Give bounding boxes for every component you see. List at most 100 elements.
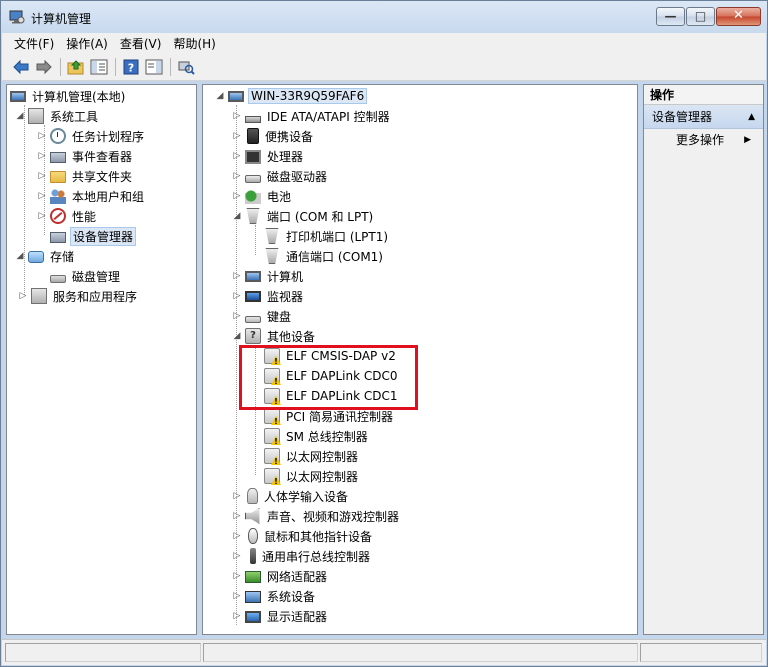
port-icon: [265, 228, 279, 244]
expand-icon[interactable]: ▷: [232, 571, 242, 581]
device-category-monitors[interactable]: ▷ 监视器: [232, 286, 305, 306]
maximize-button[interactable]: □: [686, 7, 715, 26]
device-label: 打印机端口 (LPT1): [286, 229, 389, 244]
device-manager-icon: [50, 232, 66, 243]
expand-icon[interactable]: ▷: [232, 511, 242, 521]
tree-root-computer-management[interactable]: 计算机管理(本地): [10, 86, 127, 106]
status-cell: [640, 643, 762, 662]
minimize-button[interactable]: —: [656, 7, 685, 26]
device-category-portable[interactable]: ▷ 便携设备: [232, 126, 315, 146]
window-title: 计算机管理: [31, 12, 92, 26]
help-icon: ?: [123, 59, 139, 74]
expand-icon[interactable]: ▷: [232, 131, 242, 141]
device-tree-root[interactable]: ◢ WIN-33R9Q59FAF6: [215, 86, 368, 106]
more-actions-label: 更多操作: [676, 133, 725, 147]
tree-item-services-apps[interactable]: ▷ 服务和应用程序: [18, 286, 139, 306]
expand-icon[interactable]: ▷: [232, 111, 242, 121]
collapse-icon[interactable]: ◢: [232, 211, 242, 221]
tree-item-shared-folders[interactable]: ▷ 共享文件夹: [37, 166, 134, 186]
device-ethernet-2[interactable]: 以太网控制器: [264, 466, 360, 486]
tree-item-system-tools[interactable]: ◢ 系统工具: [15, 106, 100, 126]
device-category-usb[interactable]: ▷ 通用串行总线控制器: [232, 546, 372, 566]
warning-device-icon: [264, 448, 280, 464]
actions-section-device-manager[interactable]: 设备管理器 ▲: [644, 105, 763, 129]
menu-help[interactable]: 帮助(H): [167, 35, 221, 52]
device-category-processor[interactable]: ▷ 处理器: [232, 146, 305, 166]
tree-item-task-scheduler[interactable]: ▷ 任务计划程序: [37, 126, 146, 146]
device-category-disk-drives[interactable]: ▷ 磁盘驱动器: [232, 166, 329, 186]
device-category-ide[interactable]: ▷ IDE ATA/ATAPI 控制器: [232, 106, 392, 126]
device-printer-port[interactable]: 打印机端口 (LPT1): [264, 226, 390, 246]
device-category-ports[interactable]: ◢ 端口 (COM 和 LPT): [232, 206, 375, 226]
collapse-arrow-icon[interactable]: ▲: [748, 105, 755, 129]
show-hide-tree-button[interactable]: [88, 56, 110, 78]
expand-icon[interactable]: ▷: [232, 311, 242, 321]
more-actions-item[interactable]: 更多操作 ▶: [644, 129, 763, 151]
menu-action[interactable]: 操作(A): [60, 35, 114, 52]
expand-icon[interactable]: ▷: [37, 211, 47, 221]
expand-icon[interactable]: ▷: [232, 271, 242, 281]
tree-label: 系统工具: [50, 109, 99, 124]
tree-item-storage[interactable]: ◢ 存储: [15, 246, 76, 266]
tree-label: 事件查看器: [72, 149, 133, 164]
expand-icon[interactable]: ▷: [232, 531, 242, 541]
device-category-other[interactable]: ◢ ? 其他设备: [232, 326, 317, 346]
forward-button[interactable]: [33, 56, 55, 78]
collapse-icon[interactable]: ◢: [232, 331, 242, 341]
computer-management-window: 计算机管理 — □ ✕ 文件(F) 操作(A) 查看(V) 帮助(H) ? 计算…: [0, 0, 768, 667]
display-adapter-icon: [245, 611, 261, 623]
expand-icon[interactable]: ▷: [18, 291, 28, 301]
title-bar: 计算机管理 — □ ✕: [1, 1, 767, 33]
expand-icon[interactable]: ▷: [37, 171, 47, 181]
device-category-battery[interactable]: ▷ 电池: [232, 186, 293, 206]
device-category-hid[interactable]: ▷ 人体学输入设备: [232, 486, 350, 506]
red-highlight-box: [239, 345, 418, 410]
back-button[interactable]: [10, 56, 32, 78]
event-viewer-icon: [50, 152, 66, 163]
show-action-pane-button[interactable]: [143, 56, 165, 78]
expand-icon[interactable]: ▷: [232, 151, 242, 161]
tree-item-disk-management[interactable]: 磁盘管理: [50, 266, 122, 286]
expand-icon[interactable]: ▷: [232, 591, 242, 601]
device-ethernet-1[interactable]: 以太网控制器: [264, 446, 360, 466]
collapse-icon[interactable]: ◢: [15, 111, 25, 121]
collapse-icon[interactable]: ◢: [15, 251, 25, 261]
device-category-mice[interactable]: ▷ 鼠标和其他指针设备: [232, 526, 374, 546]
expand-icon[interactable]: ▷: [232, 171, 242, 181]
tree-item-device-manager[interactable]: 设备管理器: [50, 226, 137, 246]
tree-item-local-users[interactable]: ▷ 本地用户和组: [37, 186, 146, 206]
device-category-keyboards[interactable]: ▷ 键盘: [232, 306, 293, 326]
device-category-system[interactable]: ▷ 系统设备: [232, 586, 317, 606]
menu-view[interactable]: 查看(V): [114, 35, 168, 52]
expand-icon[interactable]: ▷: [37, 151, 47, 161]
expand-icon[interactable]: ▷: [37, 191, 47, 201]
warning-device-icon: [264, 408, 280, 424]
computer-name: WIN-33R9Q59FAF6: [248, 88, 368, 104]
device-category-computer[interactable]: ▷ 计算机: [232, 266, 305, 286]
device-label: 以太网控制器: [286, 449, 359, 464]
up-level-button[interactable]: [65, 56, 87, 78]
scan-hardware-button[interactable]: [175, 56, 197, 78]
device-tree-pane: ◢ WIN-33R9Q59FAF6 ▷ IDE ATA/ATAPI 控制器 ▷ …: [202, 84, 638, 635]
clock-icon: [50, 128, 66, 144]
expand-icon[interactable]: ▷: [232, 551, 242, 561]
expand-icon[interactable]: ▷: [37, 131, 47, 141]
device-com-port[interactable]: 通信端口 (COM1): [264, 246, 385, 266]
tree-item-event-viewer[interactable]: ▷ 事件查看器: [37, 146, 134, 166]
close-button[interactable]: ✕: [716, 7, 761, 26]
expand-icon[interactable]: ▷: [232, 291, 242, 301]
menu-bar: 文件(F) 操作(A) 查看(V) 帮助(H): [2, 33, 766, 53]
device-category-audio[interactable]: ▷ 声音、视频和游戏控制器: [232, 506, 401, 526]
device-sm-bus[interactable]: SM 总线控制器: [264, 426, 370, 446]
device-category-network[interactable]: ▷ 网络适配器: [232, 566, 329, 586]
expand-icon[interactable]: ▷: [232, 491, 242, 501]
device-category-display[interactable]: ▷ 显示适配器: [232, 606, 329, 626]
action-pane-icon: [145, 59, 163, 74]
help-button[interactable]: ?: [120, 56, 142, 78]
expand-icon[interactable]: ▷: [232, 611, 242, 621]
expand-icon[interactable]: ▷: [232, 191, 242, 201]
menu-file[interactable]: 文件(F): [8, 35, 60, 52]
toolbar: ?: [2, 53, 766, 81]
tree-item-performance[interactable]: ▷ 性能: [37, 206, 98, 226]
collapse-icon[interactable]: ◢: [215, 91, 225, 101]
